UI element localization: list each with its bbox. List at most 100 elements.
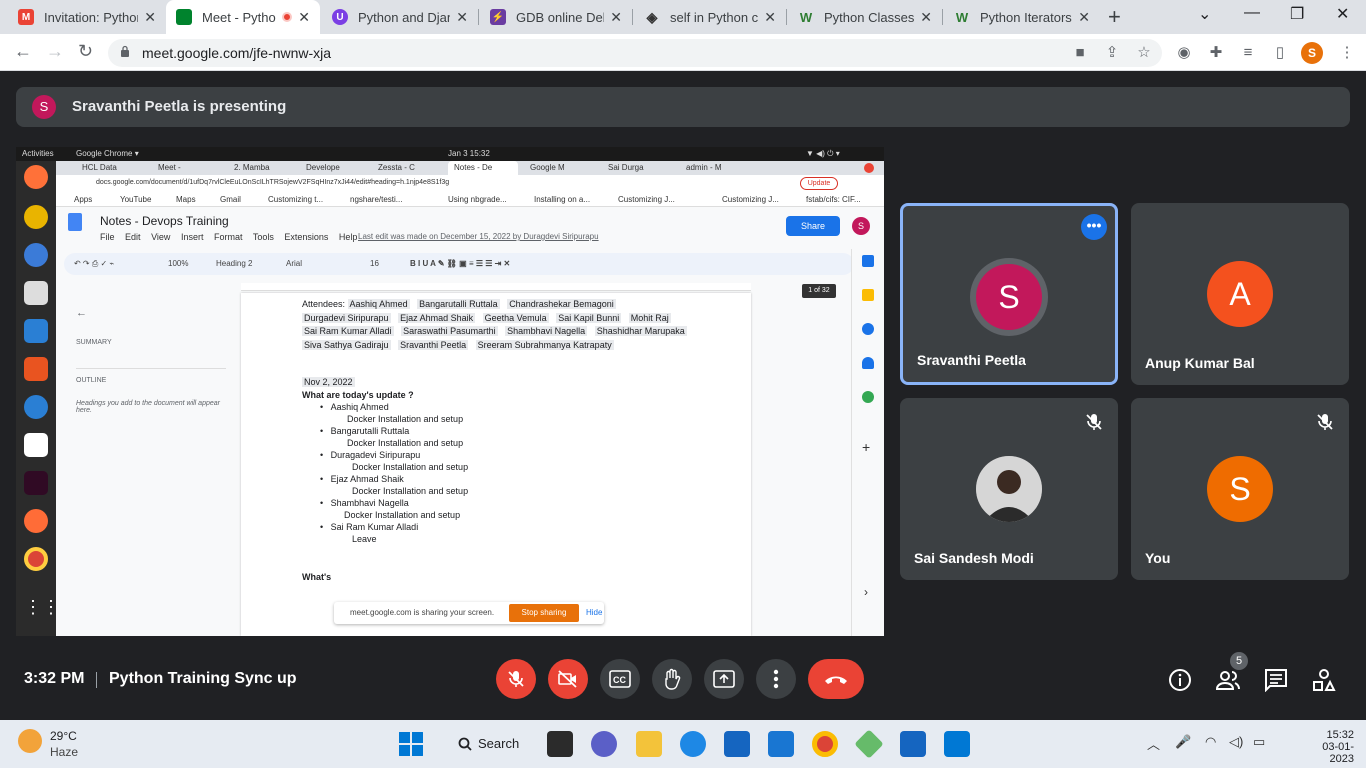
participant-tile-you[interactable]: S You xyxy=(1131,398,1349,580)
close-tab-icon[interactable]: ✕ xyxy=(456,9,468,26)
close-tab-icon[interactable]: ✕ xyxy=(920,9,932,26)
share-page-icon[interactable]: ⇪ xyxy=(1103,44,1121,62)
close-tab-icon[interactable]: ✕ xyxy=(1078,9,1090,26)
microsoft-store-icon[interactable] xyxy=(724,731,750,757)
camera-blocked-icon[interactable]: ■ xyxy=(1071,44,1089,62)
inner-tab[interactable]: Zessta - C xyxy=(372,161,434,175)
doc-title[interactable]: Notes - Devops Training xyxy=(100,214,229,228)
meeting-details-icon[interactable] xyxy=(1168,668,1192,692)
contacts-icon[interactable] xyxy=(862,357,874,369)
help-icon[interactable] xyxy=(24,395,48,419)
people-icon[interactable] xyxy=(1216,668,1240,692)
menu-edit[interactable]: Edit xyxy=(125,232,141,242)
close-tab-icon[interactable]: ✕ xyxy=(610,9,622,26)
close-tab-icon[interactable]: ✕ xyxy=(144,9,156,26)
participant-tile-sravanthi[interactable]: S ••• Sravanthi Peetla xyxy=(900,203,1118,385)
format-icons[interactable]: B I U A ✎ ⛓ ▣ ≡ ☰ ☰ ⇥ ✕ xyxy=(410,259,510,268)
task-view-icon[interactable] xyxy=(547,731,573,757)
profile-avatar[interactable]: S xyxy=(1301,42,1323,64)
more-options-button[interactable] xyxy=(756,659,796,699)
activities-icon[interactable] xyxy=(1312,668,1336,692)
temperature[interactable]: 29°C xyxy=(50,729,77,743)
bookmark[interactable]: Installing on a... xyxy=(534,195,590,204)
person-chip[interactable]: Chandrashekar Bemagoni xyxy=(507,299,616,309)
rhythmbox-icon[interactable] xyxy=(24,205,48,229)
reload-icon[interactable]: ↻ xyxy=(78,41,93,62)
thunderbird-icon[interactable] xyxy=(24,243,48,267)
inner-tab[interactable]: Develope xyxy=(300,161,362,175)
tab-self-python[interactable]: ◈ self in Python cla ✕ xyxy=(634,0,786,34)
forward-icon[interactable]: → xyxy=(46,41,64,62)
bookmark[interactable]: fstab/cifs: CIF... xyxy=(806,195,861,204)
vscode-icon[interactable] xyxy=(944,731,970,757)
bookmark[interactable]: Gmail xyxy=(220,195,241,204)
bookmark[interactable]: Customizing J... xyxy=(722,195,779,204)
captions-button[interactable]: CC xyxy=(600,659,640,699)
chrome-icon[interactable] xyxy=(24,547,48,571)
mail-icon[interactable] xyxy=(768,731,794,757)
toggle-mic-button[interactable] xyxy=(496,659,536,699)
mic-tray-icon[interactable]: 🎤 xyxy=(1175,734,1191,750)
python-ide-icon[interactable] xyxy=(900,731,926,757)
maximize-icon[interactable]: ❐ xyxy=(1290,4,1304,24)
person-chip[interactable]: Saraswathi Pasumarthi xyxy=(401,326,498,336)
person-chip[interactable]: Mohit Raj xyxy=(628,313,671,323)
minimize-icon[interactable]: — xyxy=(1244,4,1260,22)
bookmark[interactable]: Apps xyxy=(74,195,92,204)
undo-redo-print-icons[interactable]: ↶ ↷ ⎙ ✓ ⌁ xyxy=(74,259,114,269)
person-chip[interactable]: Ejaz Ahmad Shaik xyxy=(398,313,476,323)
expand-panel-icon[interactable]: › xyxy=(864,585,868,599)
person-chip[interactable]: Bangarutalli Ruttala xyxy=(417,299,500,309)
person-chip[interactable]: Sai Ram Kumar Alladi xyxy=(302,326,394,336)
inner-tab[interactable]: Google M xyxy=(524,161,586,175)
chrome-menu-icon[interactable]: ⋮ xyxy=(1338,44,1356,62)
inner-tab[interactable]: Meet - xyxy=(152,161,214,175)
stop-sharing-button[interactable]: Stop sharing xyxy=(509,604,579,622)
system-clock[interactable]: 15:32 03-01-2023 xyxy=(1314,729,1354,765)
participant-tile-anup[interactable]: A Anup Kumar Bal xyxy=(1131,203,1349,385)
person-chip[interactable]: Sai Kapil Bunni xyxy=(556,313,622,323)
menu-tools[interactable]: Tools xyxy=(253,232,274,242)
weather-haze-icon[interactable] xyxy=(18,729,42,753)
wifi-icon[interactable]: ◠ xyxy=(1205,734,1216,750)
bookmark[interactable]: Using nbgrade... xyxy=(448,195,507,204)
inner-url[interactable]: docs.google.com/document/d/1ufDq7rvlCleE… xyxy=(96,179,449,186)
shared-screen[interactable]: Activities Google Chrome ▾ Jan 3 15:32 ▼… xyxy=(16,147,884,636)
omnibox[interactable]: meet.google.com/jfe-nwnw-xja xyxy=(108,39,1162,67)
inner-tab[interactable]: admin - M xyxy=(680,161,742,175)
bookmark[interactable]: YouTube xyxy=(120,195,151,204)
person-chip[interactable]: Shashidhar Marupaka xyxy=(594,326,687,336)
inner-update-button[interactable]: Update xyxy=(800,177,838,190)
show-hidden-icons-icon[interactable]: ︿ xyxy=(1147,734,1160,753)
postman-icon[interactable] xyxy=(24,509,48,533)
close-outline-icon[interactable]: ← xyxy=(76,307,226,319)
raise-hand-button[interactable] xyxy=(652,659,692,699)
bookmark-star-icon[interactable]: ☆ xyxy=(1135,44,1153,62)
firefox-icon[interactable] xyxy=(24,165,48,189)
menu-help[interactable]: Help xyxy=(339,232,358,242)
app-icon[interactable] xyxy=(854,729,884,759)
windows-start-icon[interactable] xyxy=(398,731,424,757)
inner-tab[interactable]: Sai Durga xyxy=(602,161,664,175)
chrome-taskbar-icon[interactable] xyxy=(812,731,838,757)
file-explorer-icon[interactable] xyxy=(636,731,662,757)
present-now-button[interactable] xyxy=(704,659,744,699)
person-chip[interactable]: Sravanthi Peetla xyxy=(398,340,469,350)
menu-extensions[interactable]: Extensions xyxy=(284,232,328,242)
bookmark[interactable]: Customizing t... xyxy=(268,195,323,204)
writer-icon[interactable] xyxy=(24,319,48,343)
tab-search-icon[interactable]: ⌄ xyxy=(1198,4,1211,24)
teams-chat-icon[interactable] xyxy=(591,731,617,757)
inner-tab[interactable]: 2. Mamba xyxy=(228,161,290,175)
bookmark[interactable]: ngshare/testi... xyxy=(350,195,402,204)
tab-gdb[interactable]: ⚡ GDB online Debu ✕ xyxy=(480,0,632,34)
media-control-icon[interactable]: ≡ xyxy=(1239,44,1257,62)
person-chip[interactable]: Siva Sathya Gadiraju xyxy=(302,340,391,350)
more-options-icon[interactable]: ••• xyxy=(1081,214,1107,240)
close-tab-icon[interactable]: ✕ xyxy=(764,9,776,26)
menu-format[interactable]: Format xyxy=(214,232,243,242)
tab-python-iterators[interactable]: W Python Iterators ✕ xyxy=(944,0,1100,34)
docs-share-button[interactable]: Share xyxy=(786,216,840,236)
software-icon[interactable] xyxy=(24,357,48,381)
tab-meet[interactable]: Meet - Pytho ✕ xyxy=(166,0,320,34)
